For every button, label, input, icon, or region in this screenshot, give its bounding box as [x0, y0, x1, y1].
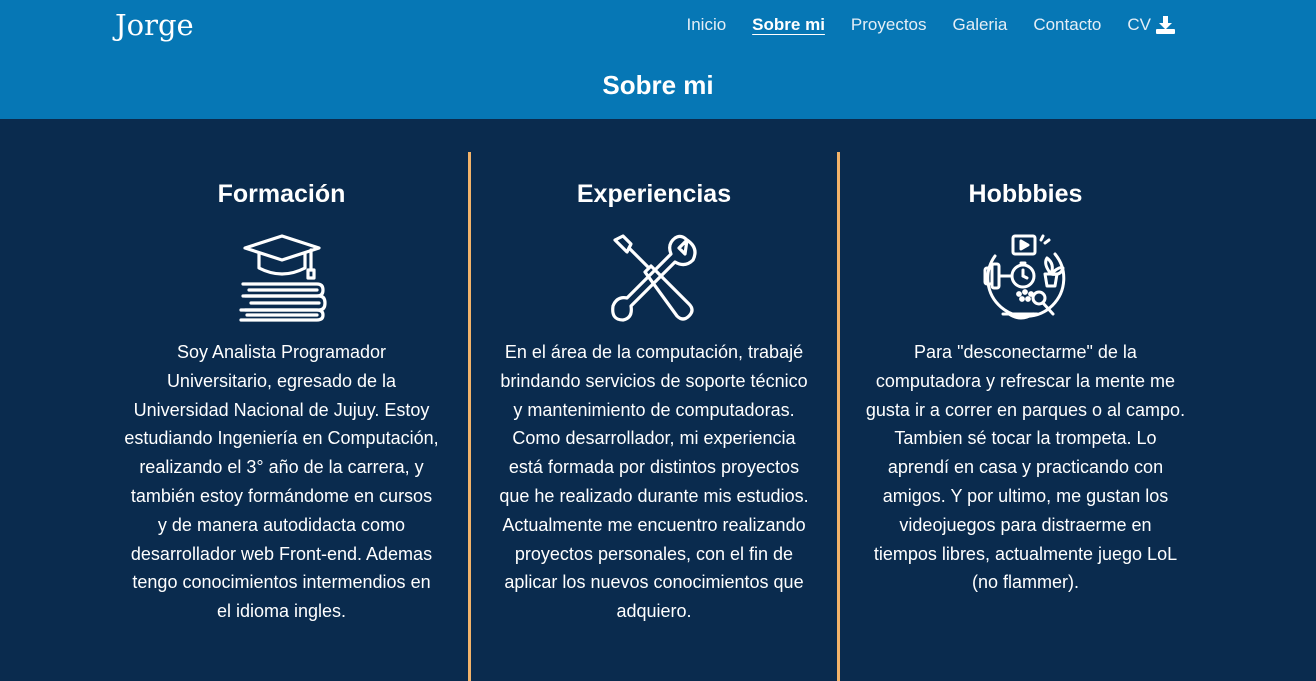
brand-logo[interactable]: Jorge	[115, 8, 194, 42]
nav-contacto[interactable]: Contacto	[1033, 15, 1101, 35]
hobbies-section: Hobbbies Para "desconectarme" de la comp…	[840, 152, 1211, 681]
nav-cv-label: CV	[1127, 15, 1151, 34]
formacion-title: Formación	[217, 180, 346, 208]
nav-inicio[interactable]: Inicio	[686, 15, 726, 35]
hobbies-text: Para "desconectarme" de la computadora y…	[865, 342, 1186, 593]
site-header: Jorge Inicio Sobre mi Proyectos Galeria …	[0, 0, 1316, 119]
graduation-cap-books-icon	[237, 234, 327, 322]
nav-cv[interactable]: CV	[1127, 15, 1175, 35]
experiencias-title: Experiencias	[576, 180, 732, 208]
experiencias-text: En el área de la computación, trabajé br…	[499, 342, 809, 622]
experiencias-section: Experiencias En el área de la computació…	[471, 152, 837, 681]
nav-sobre-mi[interactable]: Sobre mi	[752, 15, 825, 35]
main-nav: Inicio Sobre mi Proyectos Galeria Contac…	[660, 15, 1175, 35]
nav-galeria[interactable]: Galeria	[953, 15, 1008, 35]
page-title: Sobre mi	[602, 70, 714, 100]
formacion-text: Soy Analista Programador Universitario, …	[124, 342, 439, 622]
hobbies-icon	[981, 234, 1071, 322]
download-icon	[1156, 15, 1175, 35]
nav-proyectos[interactable]: Proyectos	[851, 15, 927, 35]
formacion-section: Formación Soy Analista Programador Unive…	[95, 152, 468, 681]
hobbies-title: Hobbbies	[968, 180, 1083, 208]
tools-icon	[609, 234, 699, 322]
